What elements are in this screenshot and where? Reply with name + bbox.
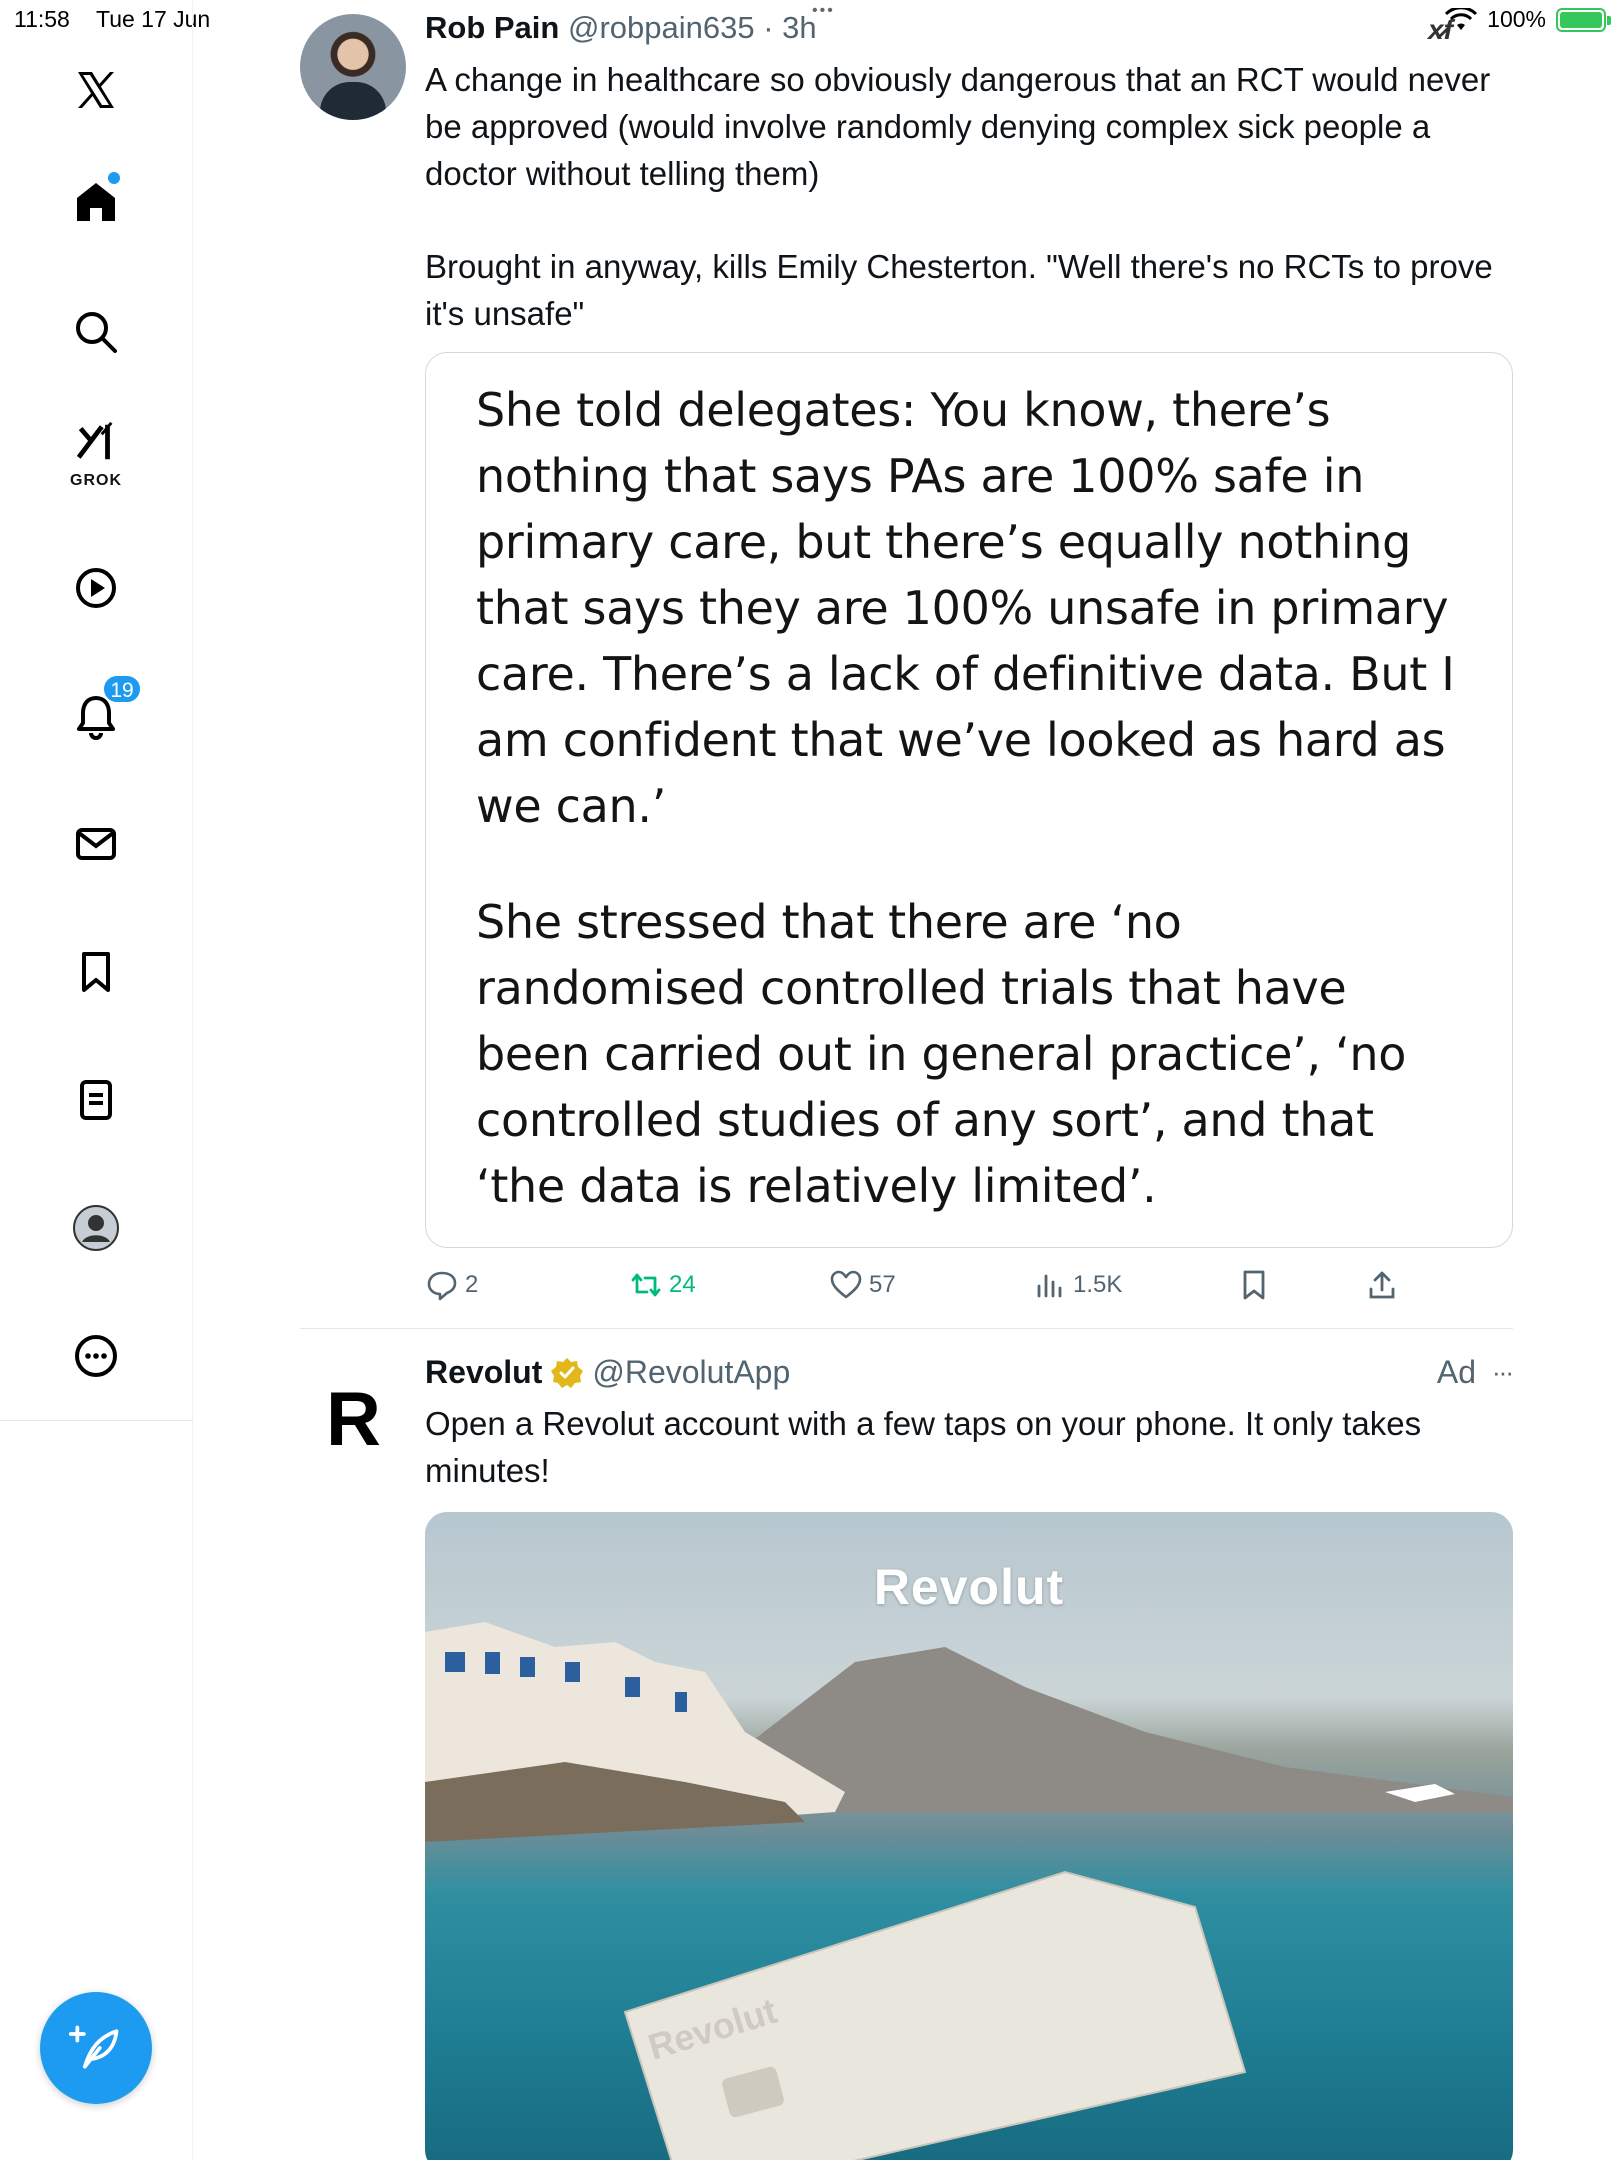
video-brand-title: Revolut xyxy=(873,1559,1065,1615)
reply-count: 2 xyxy=(465,1271,479,1298)
more-options-icon[interactable] xyxy=(66,1326,126,1386)
author-name[interactable]: Rob Pain xyxy=(425,10,559,45)
verified-badge-icon xyxy=(551,1357,584,1388)
ad-more-options-icon[interactable]: ··· xyxy=(1492,1357,1514,1388)
battery-fill xyxy=(1560,11,1602,28)
grok-label: GROK xyxy=(70,472,122,489)
tweet-paragraph-2: Brought in anyway, kills Emily Chesterto… xyxy=(425,248,1493,332)
ad-label: Ad ··· xyxy=(1436,1354,1514,1391)
revolut-logo[interactable]: R xyxy=(326,1376,381,1463)
notifications-bell-icon[interactable]: 19 xyxy=(66,674,142,746)
author-avatar[interactable] xyxy=(300,14,406,120)
advertiser-name[interactable]: Revolut xyxy=(425,1354,542,1391)
like-button[interactable]: 57 xyxy=(829,1268,896,1302)
views-button[interactable]: 1.5K xyxy=(1033,1268,1122,1302)
bookmark-button[interactable] xyxy=(1237,1268,1271,1302)
battery-percent: 100% xyxy=(1487,6,1546,32)
video-play-icon[interactable] xyxy=(66,558,126,618)
bookmarks-icon[interactable] xyxy=(66,942,126,1002)
tweet-paragraph-1: A change in healthcare so obviously dang… xyxy=(425,61,1491,192)
reply-button[interactable]: 2 xyxy=(425,1268,478,1302)
like-count: 57 xyxy=(869,1271,896,1298)
ad-video[interactable]: Revolut Revolut xyxy=(425,1512,1513,2160)
mountain-shape xyxy=(725,1647,1513,1812)
ad-text: Open a Revolut account with a few taps o… xyxy=(425,1405,1422,1489)
tweet-actions: 2 24 57 1.5K xyxy=(425,1268,1525,1312)
share-button[interactable] xyxy=(1365,1268,1399,1302)
repost-icon xyxy=(631,1273,661,1297)
notification-count-badge: 19 xyxy=(102,674,142,704)
bookmark-icon xyxy=(1243,1270,1265,1300)
battery-tip xyxy=(1607,15,1611,25)
advertiser-handle[interactable]: @RevolutApp xyxy=(592,1354,790,1391)
compose-feather-icon xyxy=(68,2025,119,2069)
author-handle[interactable]: @robpain635 xyxy=(568,10,755,45)
x-logo-icon[interactable] xyxy=(66,60,126,120)
dot-separator: · xyxy=(763,10,774,45)
views-chart-icon xyxy=(1037,1274,1062,1298)
repost-count: 24 xyxy=(669,1271,696,1298)
home-icon[interactable] xyxy=(66,172,126,232)
xai-icon: x̷f xyxy=(1428,14,1453,45)
repost-button[interactable]: 24 xyxy=(629,1268,696,1302)
messages-envelope-icon[interactable] xyxy=(66,814,126,874)
ad-tag: Ad xyxy=(1436,1354,1477,1390)
sidebar-divider xyxy=(0,1420,193,1421)
share-upload-icon xyxy=(1369,1271,1395,1299)
compose-post-button[interactable] xyxy=(40,1992,152,2104)
lists-icon[interactable] xyxy=(66,1070,126,1130)
views-count: 1.5K xyxy=(1073,1271,1123,1298)
search-icon[interactable] xyxy=(66,302,126,362)
heart-icon xyxy=(830,1270,862,1299)
reply-icon xyxy=(427,1271,457,1301)
quote-paragraph-2: She stressed that there are ‘no randomis… xyxy=(476,895,1407,1213)
sidebar: GROK 19 xyxy=(0,0,193,2160)
battery-icon xyxy=(1556,7,1611,32)
profile-avatar-icon[interactable] xyxy=(66,1198,126,1258)
tweet-text: A change in healthcare so obviously dang… xyxy=(425,56,1525,337)
tweet-time[interactable]: 3h xyxy=(782,10,816,45)
tweet-header: Rob Pain @robpain635 · 3h xyxy=(425,10,817,46)
ad-header: Revolut @RevolutApp xyxy=(425,1354,790,1391)
quoted-image-card[interactable]: She told delegates: You know, there’s no… xyxy=(425,352,1513,1248)
avatar-shirt xyxy=(320,82,386,120)
tweet-separator xyxy=(300,1328,1513,1329)
grok-icon[interactable]: GROK xyxy=(66,420,126,489)
home-unread-dot xyxy=(108,172,120,184)
status-indicators: 100% xyxy=(1445,6,1611,33)
quote-paragraph-1: She told delegates: You know, there’s no… xyxy=(476,383,1455,833)
